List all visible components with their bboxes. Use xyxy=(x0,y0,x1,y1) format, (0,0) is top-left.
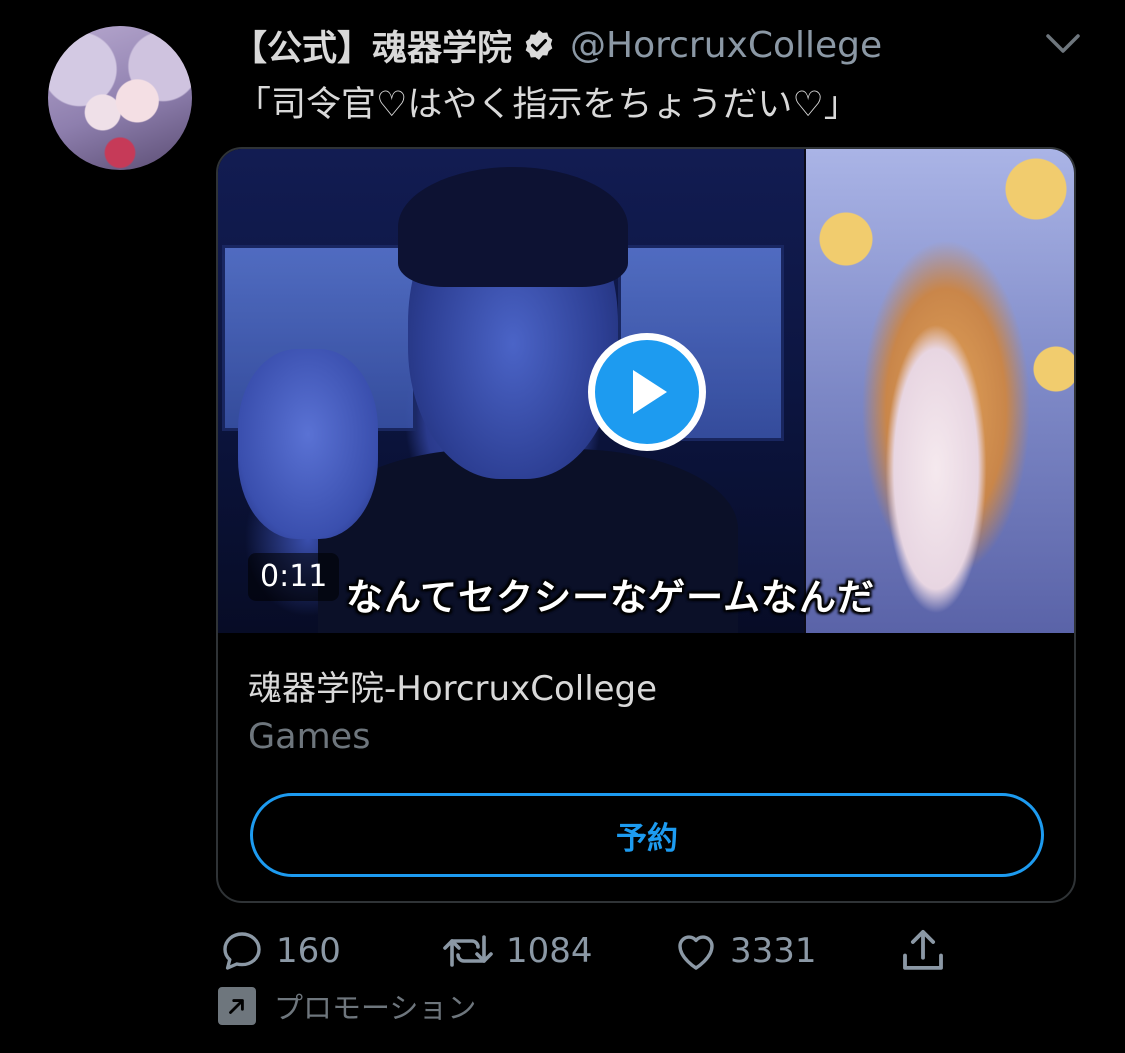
reply-icon xyxy=(223,932,261,970)
card-category: Games xyxy=(248,717,371,757)
chevron-down-icon[interactable] xyxy=(1040,24,1086,64)
app-card[interactable]: 0:11 なんてセクシーなゲームなんだ 魂器学院-HorcruxCollege … xyxy=(216,147,1076,903)
avatar[interactable] xyxy=(48,26,192,170)
reply-count: 160 xyxy=(276,931,341,971)
person-fist xyxy=(238,349,378,539)
like-count: 3331 xyxy=(730,931,817,971)
promoted-indicator: プロモーション xyxy=(218,984,476,1028)
video-player[interactable]: 0:11 なんてセクシーなゲームなんだ xyxy=(218,149,1074,633)
promoted-arrow-icon xyxy=(218,987,256,1025)
display-name[interactable]: 【公式】魂器学院 xyxy=(232,20,512,71)
video-subtitle: なんてセクシーなゲームなんだ xyxy=(346,576,876,619)
heart-icon xyxy=(678,935,714,970)
share-icon xyxy=(903,929,943,970)
tweet-text: 「司令官♡はやく指示をちょうだい♡」 xyxy=(236,85,859,125)
video-duration: 0:11 xyxy=(248,553,340,601)
retweet-icon xyxy=(443,935,493,967)
verified-badge-icon xyxy=(522,28,556,62)
preregister-button[interactable]: 予約 xyxy=(250,793,1044,877)
tweet-header: 【公式】魂器学院 @HorcruxCollege xyxy=(232,20,882,71)
video-thumbnail-right xyxy=(806,149,1074,633)
promoted-label: プロモーション xyxy=(274,991,477,1025)
retweet-button[interactable]: 1084 xyxy=(440,924,593,978)
play-button[interactable] xyxy=(588,333,706,451)
share-button[interactable] xyxy=(896,924,950,978)
play-icon xyxy=(633,370,667,414)
card-app-title[interactable]: 魂器学院-HorcruxCollege xyxy=(248,661,657,710)
user-handle[interactable]: @HorcruxCollege xyxy=(570,25,882,66)
retweet-count: 1084 xyxy=(506,931,593,971)
person-hair xyxy=(398,167,628,287)
like-button[interactable]: 3331 xyxy=(672,924,817,978)
reply-button[interactable]: 160 xyxy=(218,924,341,978)
